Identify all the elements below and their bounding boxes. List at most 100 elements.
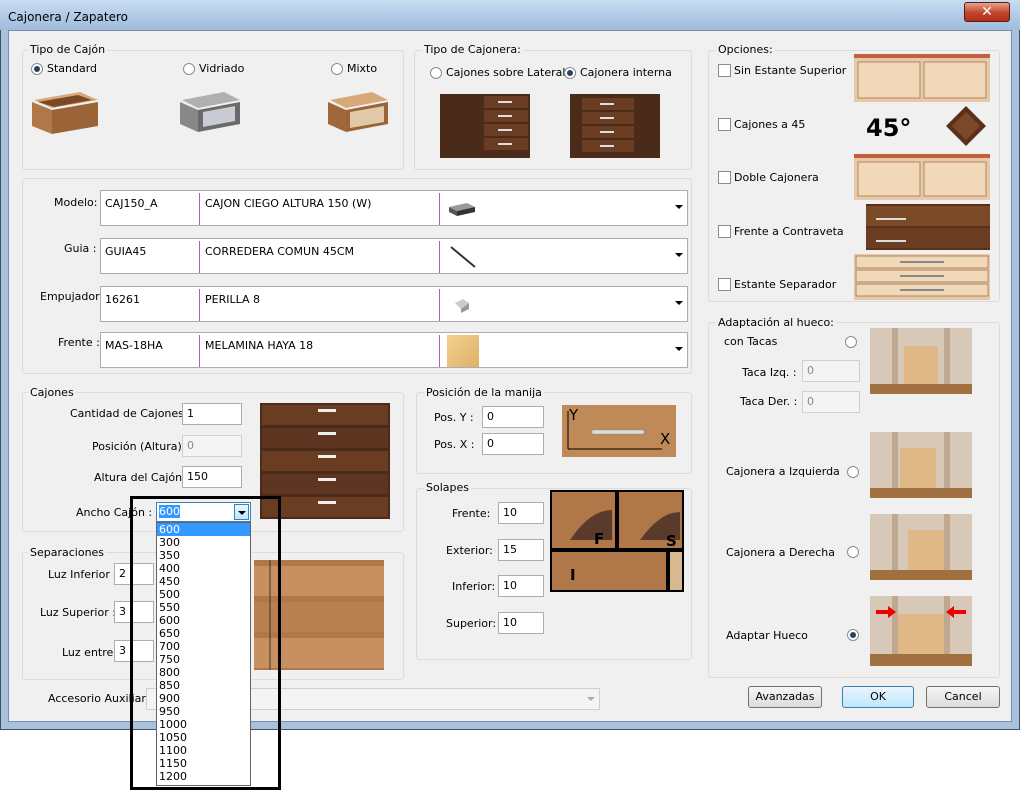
cajonera-interna-label: Cajonera interna [580, 66, 672, 79]
pos-x-input[interactable]: 0 [482, 433, 544, 455]
posicion-input[interactable]: 0 [182, 435, 242, 457]
guia-combo[interactable]: GUIA45 CORREDERA COMUN 45CM [100, 238, 688, 274]
cajones-a-45-checkbox[interactable] [718, 118, 731, 131]
cantidad-input[interactable]: 1 [182, 403, 242, 425]
adaptar-hueco-radio[interactable] [847, 629, 859, 641]
chevron-down-icon [675, 205, 683, 209]
manija-label: Posición de la manija [424, 386, 544, 399]
adaptacion-label: Adaptación al hueco: [716, 316, 836, 329]
cajonera-interna-radio[interactable] [564, 67, 576, 79]
modelo-label: Modelo: [54, 196, 98, 209]
modelo-separator [199, 193, 200, 225]
empujador-separator [199, 289, 200, 321]
taca-der-input[interactable]: 0 [802, 391, 860, 413]
altura-label: Altura del Cajón : [94, 471, 190, 484]
guia-desc: CORREDERA COMUN 45CM [205, 245, 354, 258]
empujador-combo[interactable]: 16261 PERILLA 8 [100, 286, 688, 322]
posicion-label: Posición (Altura) : [92, 440, 189, 453]
altura-input[interactable]: 150 [182, 466, 242, 488]
cajones-a-45-label: Cajones a 45 [734, 118, 806, 131]
luz-superior-label: Luz Superior : [40, 606, 116, 619]
avanzadas-button[interactable]: Avanzadas [748, 686, 822, 708]
standard-label: Standard [47, 62, 98, 75]
cajonera-izquierda-radio[interactable] [847, 466, 859, 478]
frente-a-contraveta-label: Frente a Contraveta [734, 225, 844, 238]
drawer-vidriado-image [180, 92, 240, 132]
modelo-separator-2 [439, 193, 440, 225]
frente-swatch [447, 335, 479, 367]
taca-der-label: Taca Der. : [740, 395, 798, 408]
solape-exterior-input[interactable]: 15 [498, 539, 544, 561]
tipo-cajon-label: Tipo de Cajón [28, 43, 108, 56]
frente-combo[interactable]: MAS-18HA MELAMINA HAYA 18 [100, 332, 688, 368]
highlight-annotation-box [130, 496, 281, 790]
pos-x-label: Pos. X : [434, 438, 475, 451]
cajonera-izquierda-image [870, 432, 972, 498]
cancel-button[interactable]: Cancel [926, 686, 1000, 708]
modelo-code: CAJ150_A [105, 197, 158, 210]
cajones-label: Cajones [28, 386, 76, 399]
empujador-separator-2 [439, 289, 440, 321]
ok-button[interactable]: OK [842, 686, 914, 708]
sin-estante-superior-label: Sin Estante Superior [734, 64, 847, 77]
solape-i-letter: I [570, 566, 576, 584]
luz-entre-label: Luz entre [62, 646, 114, 659]
manija-preview-image [562, 405, 676, 457]
chevron-down-icon [587, 697, 595, 701]
estante-separador-image [854, 254, 990, 300]
standard-radio[interactable] [31, 63, 43, 75]
solape-inferior-input[interactable]: 10 [498, 575, 544, 597]
close-button[interactable]: ✕ [964, 2, 1010, 22]
pos-y-input[interactable]: 0 [482, 406, 544, 428]
frente-label: Frente : [58, 336, 100, 349]
cantidad-label: Cantidad de Cajones : [70, 407, 192, 420]
pos-y-label: Pos. Y : [434, 411, 474, 424]
modelo-thumb-icon [449, 203, 475, 216]
frente-desc: MELAMINA HAYA 18 [205, 339, 314, 352]
drawer-mixto-image [328, 92, 388, 132]
solape-s-letter: S [666, 532, 677, 550]
solape-exterior-label: Exterior: [446, 544, 493, 557]
empujador-code: 16261 [105, 293, 140, 306]
doble-cajonera-image [854, 154, 990, 200]
luz-inferior-label: Luz Inferior : [48, 568, 118, 581]
frente-code: MAS-18HA [105, 339, 163, 352]
estante-separador-checkbox[interactable] [718, 278, 731, 291]
taca-izq-label: Taca Izq. : [742, 366, 797, 379]
modelo-combo[interactable]: CAJ150_A CAJON CIEGO ALTURA 150 (W) [100, 190, 688, 226]
frente-separator [199, 335, 200, 367]
axis-x-label: X [660, 430, 671, 448]
con-tacas-radio[interactable] [845, 336, 857, 348]
estante-separador-label: Estante Separador [734, 278, 837, 291]
cajones-sobre-lateral-radio[interactable] [430, 67, 442, 79]
chevron-down-icon [675, 347, 683, 351]
frente-contraveta-image [866, 204, 990, 250]
frente-a-contraveta-checkbox[interactable] [718, 225, 731, 238]
solapes-label: Solapes [424, 481, 471, 494]
taca-izq-input[interactable]: 0 [802, 360, 860, 382]
sin-estante-superior-checkbox[interactable] [718, 64, 731, 77]
con-tacas-image [870, 328, 972, 394]
vidriado-label: Vidriado [199, 62, 245, 75]
solape-inferior-label: Inferior: [452, 580, 496, 593]
sin-estante-image [854, 54, 990, 102]
con-tacas-label: con Tacas [724, 335, 778, 348]
chevron-down-icon [675, 301, 683, 305]
solape-frente-input[interactable]: 10 [498, 502, 544, 524]
guia-thumb-icon [450, 246, 476, 268]
vidriado-radio[interactable] [183, 63, 195, 75]
title-bar[interactable] [0, 0, 1020, 30]
doble-cajonera-label: Doble Cajonera [734, 171, 819, 184]
cajonera-izquierda-label: Cajonera a Izquierda [726, 465, 840, 478]
cajonera-derecha-radio[interactable] [847, 546, 859, 558]
tipo-cajonera-label: Tipo de Cajonera: [422, 43, 523, 56]
separaciones-label: Separaciones [28, 546, 107, 559]
solape-superior-input[interactable]: 10 [498, 612, 544, 634]
solape-superior-label: Superior: [446, 617, 497, 630]
window-title: Cajonera / Zapatero [8, 10, 128, 24]
adaptar-hueco-image [870, 596, 972, 666]
cajonera-derecha-image [870, 514, 972, 580]
solape-frente-label: Frente: [452, 507, 491, 520]
mixto-radio[interactable] [331, 63, 343, 75]
doble-cajonera-checkbox[interactable] [718, 171, 731, 184]
